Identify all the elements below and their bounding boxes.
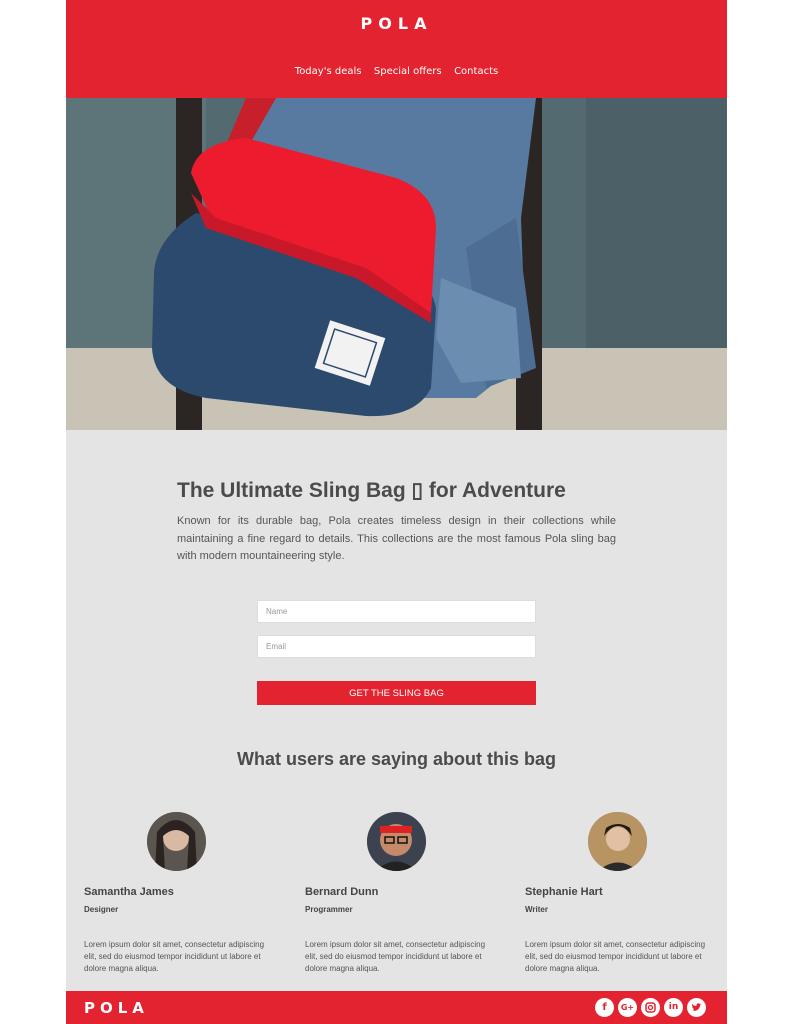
avatar — [367, 812, 426, 871]
testimonial-role: Writer — [525, 905, 548, 914]
testimonial-name: Samantha James — [84, 886, 174, 898]
testimonial-role: Designer — [84, 905, 119, 914]
footer-brand-logo[interactable]: POLA — [84, 999, 149, 1017]
linkedin-icon[interactable]: in — [664, 998, 683, 1017]
email-page: POLA Today's deals Special offers Contac… — [66, 0, 727, 1024]
footer: POLA f G+ in — [66, 991, 727, 1024]
nav-special-offers[interactable]: Special offers — [374, 66, 442, 77]
nav: Today's deals Special offers Contacts — [66, 61, 727, 79]
facebook-icon[interactable]: f — [595, 998, 614, 1017]
nav-contacts[interactable]: Contacts — [454, 66, 498, 77]
name-field[interactable] — [257, 600, 536, 623]
testimonial-quote: Lorem ipsum dolor sit amet, consectetur … — [84, 940, 265, 973]
avatar — [147, 812, 206, 871]
avatar — [588, 812, 647, 871]
testimonial-role: Programmer — [305, 905, 353, 914]
nav-todays-deals[interactable]: Today's deals — [295, 66, 362, 77]
google-plus-icon[interactable]: G+ — [618, 998, 637, 1017]
brand-logo[interactable]: POLA — [66, 14, 727, 33]
testimonials-title: What users are saying about this bag — [236, 749, 557, 769]
testimonial-name: Stephanie Hart — [525, 886, 603, 898]
twitter-icon[interactable] — [687, 998, 706, 1017]
testimonial-name: Bernard Dunn — [305, 886, 379, 898]
hero-image — [66, 98, 727, 430]
instagram-icon[interactable] — [641, 998, 660, 1017]
intro-description: Known for its durable bag, Pola creates … — [177, 515, 616, 562]
page-title: The Ultimate Sling Bag ▯ for Adventure — [177, 479, 566, 502]
get-sling-bag-button[interactable]: GET THE SLING BAG — [257, 681, 536, 705]
testimonial-quote: Lorem ipsum dolor sit amet, consectetur … — [305, 940, 486, 973]
testimonial-quote: Lorem ipsum dolor sit amet, consectetur … — [525, 940, 706, 973]
header: POLA Today's deals Special offers Contac… — [66, 0, 727, 98]
email-field[interactable] — [257, 635, 536, 658]
